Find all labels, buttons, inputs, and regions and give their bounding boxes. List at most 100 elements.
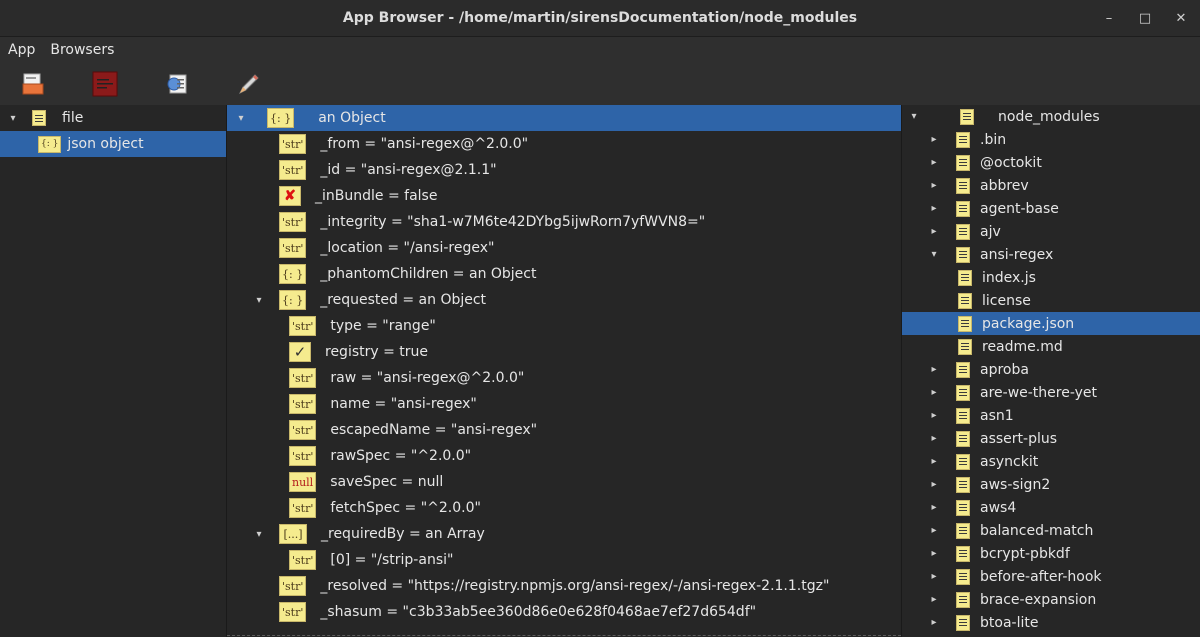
inspector-row[interactable]: 'str' raw = "ansi-regex@^2.0.0" xyxy=(227,365,901,391)
folder-item[interactable]: ▸ assert-plus xyxy=(902,427,1200,450)
file-item-label: ajv xyxy=(980,223,1001,240)
chevron-right-icon[interactable]: ▸ xyxy=(926,571,942,582)
inspector-row[interactable]: 'str' _integrity = "sha1-w7M6te42DYbg5ijw… xyxy=(227,209,901,235)
inspector-row[interactable]: ▾ [...] _requiredBy = an Array xyxy=(227,521,901,547)
chevron-right-icon[interactable]: ▸ xyxy=(926,180,942,191)
folder-item[interactable]: ▸ aws4 xyxy=(902,496,1200,519)
chevron-right-icon[interactable]: ▸ xyxy=(926,433,942,444)
file-item-label: before-after-hook xyxy=(980,568,1102,585)
folder-item[interactable]: ▸ aws-sign2 xyxy=(902,473,1200,496)
file-item-label: agent-base xyxy=(980,200,1059,217)
folder-item[interactable]: ▸ are-we-there-yet xyxy=(902,381,1200,404)
close-button[interactable]: ✕ xyxy=(1170,11,1192,26)
folder-item[interactable]: ▸ brace-expansion xyxy=(902,588,1200,611)
chevron-down-icon[interactable]: ▾ xyxy=(906,111,922,122)
file-item-label: aws-sign2 xyxy=(980,476,1051,493)
folder-item[interactable]: ▸ @octokit xyxy=(902,151,1200,174)
chevron-right-icon[interactable]: ▸ xyxy=(926,226,942,237)
chevron-down-icon[interactable]: ▾ xyxy=(249,295,269,306)
inspector-row[interactable]: 'str' _id = "ansi-regex@2.1.1" xyxy=(227,157,901,183)
inspector-row-text: an Object xyxy=(318,110,386,126)
folder-item[interactable]: ▾ node_modules xyxy=(902,105,1200,128)
inspector-row[interactable]: {: } _phantomChildren = an Object xyxy=(227,261,901,287)
minimize-button[interactable]: – xyxy=(1098,11,1120,26)
file-item[interactable]: license xyxy=(902,289,1200,312)
chevron-right-icon[interactable]: ▸ xyxy=(926,594,942,605)
inspector-row[interactable]: 'str' type = "range" xyxy=(227,313,901,339)
menu-bar: App Browsers xyxy=(0,37,1200,63)
inspector-row[interactable]: 'str' escapedName = "ansi-regex" xyxy=(227,417,901,443)
file-icon xyxy=(958,315,972,332)
menu-app[interactable]: App xyxy=(8,42,42,58)
chevron-right-icon[interactable]: ▸ xyxy=(926,157,942,168)
pane-divider xyxy=(227,635,901,636)
chevron-right-icon[interactable]: ▸ xyxy=(926,479,942,490)
folder-item[interactable]: ▸ btoa-lite xyxy=(902,611,1200,634)
folder-icon xyxy=(956,177,970,194)
inspector-row[interactable]: 'str' _resolved = "https://registry.npmjs… xyxy=(227,573,901,599)
chevron-right-icon[interactable]: ▸ xyxy=(926,134,942,145)
chevron-down-icon[interactable]: ▾ xyxy=(249,529,269,540)
folder-item[interactable]: ▸ ajv xyxy=(902,220,1200,243)
tree-item-file[interactable]: ▾ file xyxy=(0,105,226,131)
folder-item[interactable]: ▾ ansi-regex xyxy=(902,243,1200,266)
inspector-row[interactable]: ✓ registry = true xyxy=(227,339,901,365)
folder-item[interactable]: ▸ bcrypt-pbkdf xyxy=(902,542,1200,565)
inspector-row[interactable]: 'str' _location = "/ansi-regex" xyxy=(227,235,901,261)
chevron-right-icon[interactable]: ▸ xyxy=(926,410,942,421)
folder-item[interactable]: ▸ asynckit xyxy=(902,450,1200,473)
object-icon: {: } xyxy=(279,290,307,310)
chevron-right-icon[interactable]: ▸ xyxy=(926,548,942,559)
folder-item[interactable]: ▸ agent-base xyxy=(902,197,1200,220)
tree-item-json-object[interactable]: {: } json object xyxy=(0,131,226,157)
open-file-icon[interactable] xyxy=(18,69,48,99)
folder-icon xyxy=(960,108,974,125)
chevron-right-icon[interactable]: ▸ xyxy=(926,387,942,398)
inspector-row[interactable]: 'str' fetchSpec = "^2.0.0" xyxy=(227,495,901,521)
file-item[interactable]: index.js xyxy=(902,266,1200,289)
inspector-row[interactable]: ✘ _inBundle = false xyxy=(227,183,901,209)
folder-item[interactable]: ▸ asn1 xyxy=(902,404,1200,427)
inspector-row-text: _id = "ansi-regex@2.1.1" xyxy=(320,162,497,178)
maximize-button[interactable]: □ xyxy=(1134,11,1156,26)
inspector-row[interactable]: ▾ {: } an Object xyxy=(227,105,901,131)
chevron-down-icon[interactable]: ▾ xyxy=(231,113,251,124)
chevron-right-icon[interactable]: ▸ xyxy=(926,456,942,467)
inspector-row[interactable]: 'str' _from = "ansi-regex@^2.0.0" xyxy=(227,131,901,157)
inspector-row-text: name = "ansi-regex" xyxy=(330,396,477,412)
window-controls: – □ ✕ xyxy=(1098,0,1192,36)
folder-icon xyxy=(956,154,970,171)
folder-item[interactable]: ▸ before-after-hook xyxy=(902,565,1200,588)
object-icon: {: } xyxy=(279,264,307,284)
inspector-list: ▾ {: } an Object 'str' _from = "ansi-regex@^… xyxy=(227,105,901,625)
file-item[interactable]: readme.md xyxy=(902,335,1200,358)
folder-item[interactable]: ▸ aproba xyxy=(902,358,1200,381)
chevron-right-icon[interactable]: ▸ xyxy=(926,617,942,628)
inspector-row[interactable]: 'str' [0] = "/strip-ansi" xyxy=(227,547,901,573)
file-icon xyxy=(32,110,46,126)
inspector-row-text: _integrity = "sha1-w7M6te42DYbg5ijwRorn7… xyxy=(320,214,706,230)
string-icon: 'str' xyxy=(289,368,317,388)
file-item-label: assert-plus xyxy=(980,430,1058,447)
inspector-row[interactable]: 'str' rawSpec = "^2.0.0" xyxy=(227,443,901,469)
folder-item[interactable]: ▸ balanced-match xyxy=(902,519,1200,542)
inspector-row[interactable]: ▾ {: } _requested = an Object xyxy=(227,287,901,313)
chevron-down-icon[interactable]: ▾ xyxy=(6,113,20,124)
folder-item[interactable]: ▸ .bin xyxy=(902,128,1200,151)
chevron-right-icon[interactable]: ▸ xyxy=(926,502,942,513)
chevron-down-icon[interactable]: ▾ xyxy=(926,249,942,260)
menu-browsers[interactable]: Browsers xyxy=(50,42,121,58)
inspector-row[interactable]: 'str' name = "ansi-regex" xyxy=(227,391,901,417)
terminal-icon[interactable] xyxy=(90,69,120,99)
inspector-row-text: _phantomChildren = an Object xyxy=(320,266,537,282)
inspector-row[interactable]: 'str' _shasum = "c3b33ab5ee360d86e0e628f0… xyxy=(227,599,901,625)
chevron-right-icon[interactable]: ▸ xyxy=(926,525,942,536)
inspector-row[interactable]: null saveSpec = null xyxy=(227,469,901,495)
chevron-right-icon[interactable]: ▸ xyxy=(926,364,942,375)
folder-item[interactable]: ▸ abbrev xyxy=(902,174,1200,197)
inspect-icon[interactable] xyxy=(162,69,192,99)
inspector-row-text: _location = "/ansi-regex" xyxy=(320,240,495,256)
chevron-right-icon[interactable]: ▸ xyxy=(926,203,942,214)
file-item[interactable]: package.json xyxy=(902,312,1200,335)
pencil-icon[interactable] xyxy=(234,69,264,99)
